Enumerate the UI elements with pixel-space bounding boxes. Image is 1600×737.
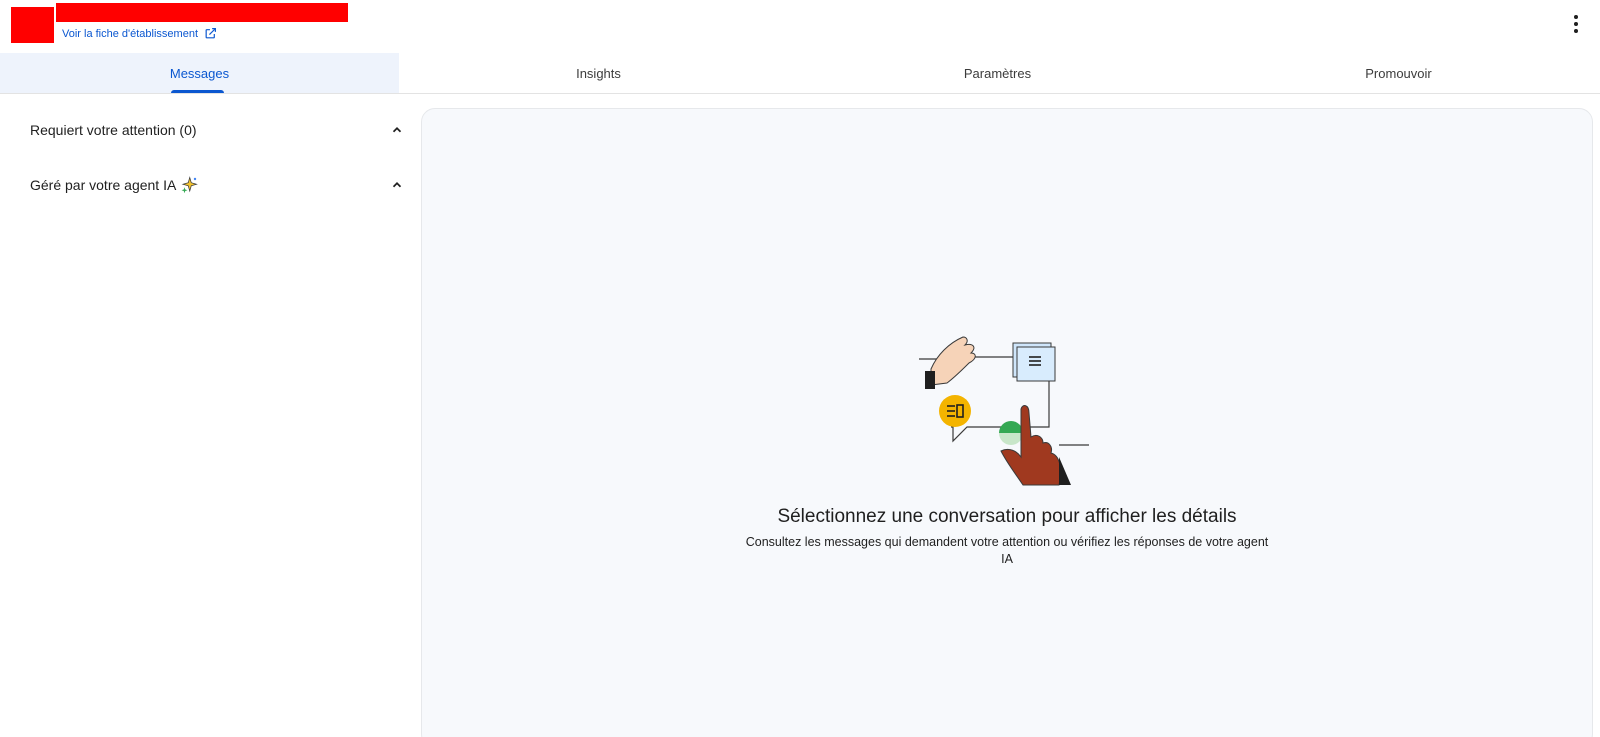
section-ai-agent-title: Géré par votre agent IA (30, 176, 199, 194)
sparkle-icon (181, 176, 199, 194)
tab-label: Promouvoir (1365, 65, 1432, 81)
conversation-illustration (919, 336, 1089, 486)
tab-label: Insights (576, 65, 621, 81)
view-profile-link[interactable]: Voir la fiche d'établissement (62, 27, 217, 40)
view-profile-label: Voir la fiche d'établissement (62, 27, 199, 40)
tab-bar: Messages Insights Paramètres Promouvoir (0, 53, 1600, 94)
chevron-up-icon (392, 127, 402, 133)
empty-state-title: Sélectionnez une conversation pour affic… (777, 506, 1237, 527)
tab-label: Messages (169, 65, 230, 81)
conversation-sidebar: Requiert votre attention (0) Géré par vo… (0, 95, 420, 737)
app-header: Voir la fiche d'établissement (0, 0, 1600, 52)
more-vert-icon (1574, 15, 1578, 19)
more-options-button[interactable] (1568, 12, 1584, 36)
tab-promouvoir[interactable]: Promouvoir (1197, 53, 1600, 93)
business-name (56, 3, 348, 22)
conversation-detail-panel: Sélectionnez une conversation pour affic… (421, 108, 1593, 737)
tab-parametres[interactable]: Paramètres (798, 53, 1197, 93)
tab-insights[interactable]: Insights (399, 53, 798, 93)
section-attention-label: Requiert votre attention (0) (30, 122, 197, 138)
open-in-new-icon (205, 28, 216, 39)
empty-state-subtitle: Consultez les messages qui demandent vot… (745, 535, 1269, 566)
business-logo (11, 7, 54, 43)
active-tab-indicator (171, 90, 224, 93)
tab-messages[interactable]: Messages (0, 53, 399, 93)
section-attention[interactable]: Requiert votre attention (0) (30, 117, 404, 143)
section-ai-agent-label: Géré par votre agent IA (30, 177, 177, 193)
tab-label: Paramètres (963, 65, 1032, 81)
chevron-up-icon (392, 182, 402, 188)
section-ai-agent[interactable]: Géré par votre agent IA (30, 172, 404, 198)
